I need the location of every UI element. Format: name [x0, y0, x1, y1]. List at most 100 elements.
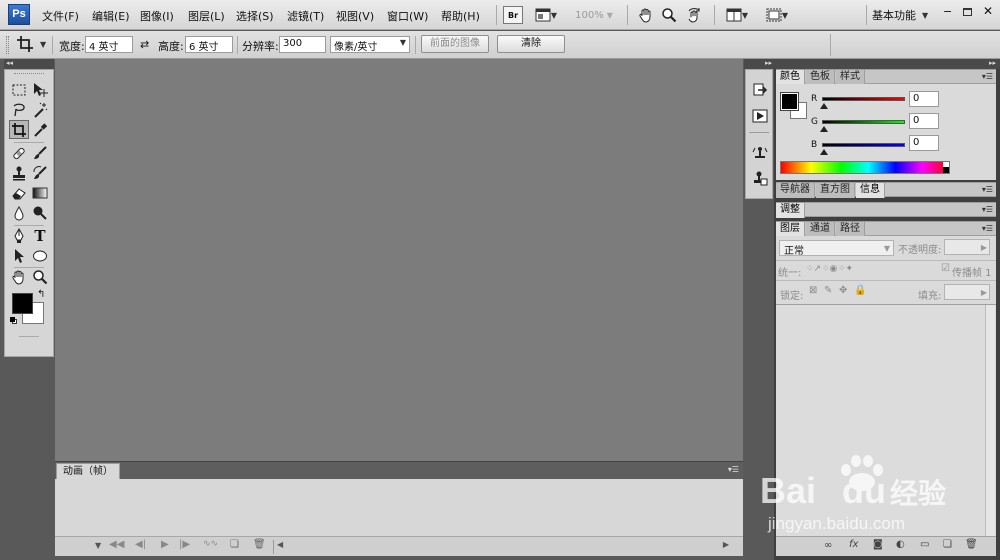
foreground-color-swatch[interactable]	[12, 293, 33, 314]
tab-color[interactable]: 颜色	[776, 70, 805, 85]
tab-adjustments[interactable]: 调整	[776, 203, 805, 218]
new-layer-icon[interactable]: ❏	[943, 539, 952, 550]
tab-paths[interactable]: 路径	[836, 222, 865, 237]
adjustment-layer-icon[interactable]: ◐	[896, 539, 905, 550]
zoom-tool-button[interactable]	[659, 6, 679, 24]
healing-brush-tool[interactable]	[9, 143, 29, 162]
new-group-icon[interactable]: ▭	[920, 539, 929, 550]
magic-wand-tool[interactable]	[30, 100, 50, 119]
document-canvas-area[interactable]	[55, 59, 743, 461]
red-slider[interactable]	[822, 97, 905, 101]
lock-image-brush-icon[interactable]: ✎	[824, 285, 832, 296]
propagate-frame-checkbox[interactable]: ☑	[941, 263, 950, 274]
unify-position-icon[interactable]: ⁘↗	[806, 264, 821, 274]
clear-button[interactable]: 清除	[497, 35, 565, 53]
view-extras-button[interactable]: ▼	[532, 6, 560, 24]
animation-tab[interactable]: 动画（帧）	[56, 463, 120, 479]
eraser-tool[interactable]	[9, 183, 29, 202]
previous-frame-button[interactable]: ◀|	[135, 539, 146, 550]
height-input[interactable]: 6 英寸	[185, 36, 233, 53]
tab-layers[interactable]: 图层	[776, 222, 805, 237]
type-tool[interactable]: T	[30, 226, 50, 245]
red-slider-thumb[interactable]	[820, 103, 828, 109]
delete-layer-icon[interactable]: 🗑	[965, 539, 978, 550]
green-value-input[interactable]: 0	[909, 113, 939, 129]
swap-dimensions-button[interactable]: ⇄	[140, 38, 149, 51]
eyedropper-tool[interactable]	[30, 120, 50, 139]
collapse-icon[interactable]: ▸▸	[989, 59, 996, 67]
panel-menu-icon[interactable]: ▾☰	[982, 185, 993, 194]
arrange-documents-button[interactable]: ▼	[722, 6, 752, 24]
green-slider[interactable]	[822, 120, 905, 124]
menu-window[interactable]: 窗口(W)	[387, 8, 428, 24]
maximize-button[interactable]	[963, 8, 972, 16]
resolution-unit-select[interactable]: 像素/英寸 ▼	[330, 36, 410, 53]
front-image-button[interactable]: 前面的图像	[421, 35, 489, 53]
move-tool[interactable]	[30, 80, 50, 99]
scroll-right-arrow[interactable]: ▶	[723, 540, 729, 549]
scroll-left-arrow[interactable]: ◀	[277, 540, 283, 549]
panel-menu-icon[interactable]: ▾☰	[982, 205, 993, 214]
blue-slider-thumb[interactable]	[820, 149, 828, 155]
workspace-switcher[interactable]: 基本功能 ▼	[871, 6, 935, 24]
red-value-input[interactable]: 0	[909, 91, 939, 107]
duplicate-frame-button[interactable]: ❏	[230, 539, 239, 550]
pen-tool[interactable]	[9, 226, 29, 245]
layer-mask-icon[interactable]: ◙	[873, 539, 883, 550]
swap-colors-button[interactable]: ↰	[37, 289, 45, 300]
tab-navigator[interactable]: 导航器	[776, 183, 815, 198]
tab-histogram[interactable]: 直方图	[816, 183, 855, 198]
blue-slider[interactable]	[822, 143, 905, 147]
unify-style-icon[interactable]: ⁘✦	[838, 264, 853, 274]
lock-position-icon[interactable]: ✥	[839, 285, 847, 296]
toolbox-collapse-strip[interactable]: ◂◂	[4, 59, 54, 69]
history-brush-tool[interactable]	[30, 163, 50, 182]
next-frame-button[interactable]: |▶	[179, 539, 190, 550]
blend-mode-select[interactable]: 正常 ▼	[779, 240, 894, 257]
crop-tool[interactable]	[9, 120, 29, 139]
bridge-button[interactable]: Br	[503, 6, 523, 24]
default-colors-button[interactable]	[10, 317, 17, 324]
blur-tool[interactable]	[9, 203, 29, 222]
tab-swatches[interactable]: 色板	[806, 70, 835, 85]
rotate-view-button[interactable]	[684, 6, 704, 24]
spectrum-black-chip[interactable]	[943, 167, 949, 173]
hand-tool[interactable]	[9, 267, 29, 286]
tab-info[interactable]: 信息	[856, 183, 885, 198]
green-slider-thumb[interactable]	[820, 126, 828, 132]
panel-menu-icon[interactable]: ▾☰	[982, 224, 993, 233]
blue-value-input[interactable]: 0	[909, 135, 939, 151]
shape-tool[interactable]	[30, 246, 50, 265]
history-panel-button[interactable]	[750, 80, 770, 100]
play-button[interactable]: ▶	[161, 539, 169, 550]
tool-preset-picker[interactable]: ▼	[16, 35, 46, 53]
dock-collapse-strip[interactable]: ▸▸	[744, 59, 774, 69]
resolution-input[interactable]: 300	[279, 36, 326, 53]
delete-frame-button[interactable]: 🗑	[253, 539, 266, 550]
actions-panel-button[interactable]	[750, 106, 770, 126]
width-input[interactable]: 4 英寸	[85, 36, 133, 53]
lock-all-icon[interactable]: 🔒	[854, 285, 866, 296]
menu-file[interactable]: 文件(F)	[42, 8, 79, 24]
menu-edit[interactable]: 编辑(E)	[92, 8, 130, 24]
gradient-tool[interactable]	[30, 183, 50, 202]
tween-button[interactable]: ∿∿	[203, 539, 218, 549]
unify-visibility-icon[interactable]: ⁘◉	[822, 264, 837, 274]
path-selection-tool[interactable]	[9, 246, 29, 265]
color-spectrum-bar[interactable]	[780, 161, 950, 174]
hand-tool-button[interactable]	[636, 6, 656, 24]
lock-transparent-icon[interactable]: ⊠	[809, 285, 817, 296]
menu-view[interactable]: 视图(V)	[336, 8, 374, 24]
tab-styles[interactable]: 样式	[836, 70, 865, 85]
lasso-tool[interactable]	[9, 100, 29, 119]
menu-layer[interactable]: 图层(L)	[188, 8, 225, 24]
panel-menu-icon[interactable]: ▾☰	[728, 465, 739, 474]
link-layers-icon[interactable]: ∞	[824, 540, 832, 551]
screen-mode-button[interactable]: ▼	[762, 6, 792, 24]
menu-filter[interactable]: 滤镜(T)	[287, 8, 324, 24]
clone-source-panel-button[interactable]	[750, 144, 770, 164]
color-panel-foreground-swatch[interactable]	[780, 92, 799, 111]
marquee-tool[interactable]	[9, 80, 29, 99]
zoom-tool[interactable]	[30, 267, 50, 286]
layer-style-icon[interactable]: fx	[849, 539, 858, 550]
